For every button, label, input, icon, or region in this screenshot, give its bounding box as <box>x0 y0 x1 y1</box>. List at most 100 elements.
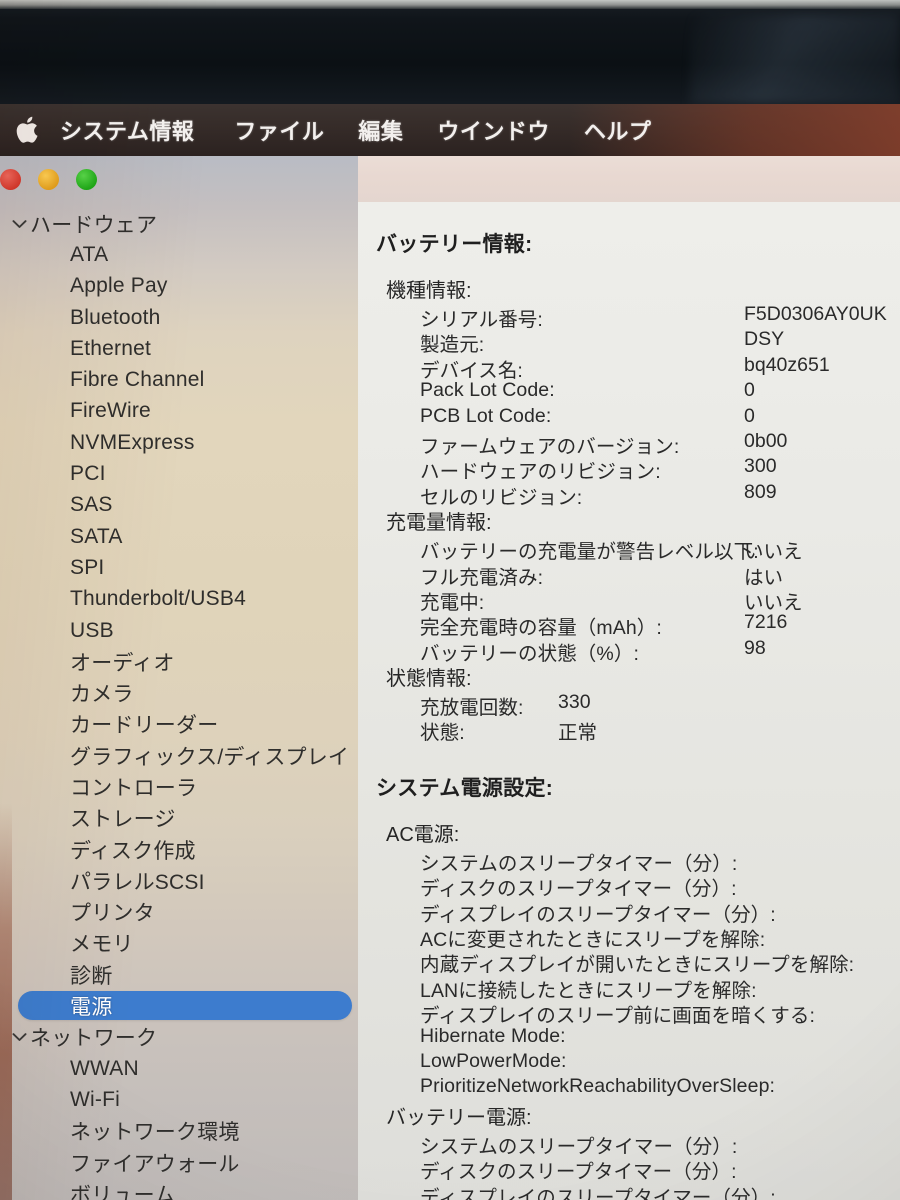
info-row-key: セルのリビジョン: <box>420 486 583 509</box>
sidebar-item-12[interactable]: Thunderbolt/USB4 <box>0 584 358 615</box>
sidebar-item-label: Bluetooth <box>70 305 161 329</box>
info-row: ディスクのスリープタイマー（分）: <box>358 1155 900 1183</box>
sidebar-item-label: ハードウェア <box>30 213 158 237</box>
sidebar-tree: ハードウェア ATA Apple Pay Bluetooth Ethernet Fibre… <box>0 208 358 1200</box>
section-title-battery-info: バッテリー情報: <box>376 233 533 256</box>
sidebar-item-18[interactable]: コントローラ <box>0 771 358 802</box>
menu-item-edit[interactable]: 編集 <box>358 114 403 146</box>
info-row: PCB Lot Code: 0 <box>358 405 900 430</box>
sidebar-item-label: コントローラ <box>70 776 198 800</box>
sidebar-item-23[interactable]: メモリ <box>0 928 358 959</box>
sidebar-item-label: ネットワーク <box>30 1027 158 1051</box>
sidebar-item-26[interactable]: ネットワーク <box>0 1022 358 1053</box>
info-row-value: F5D0306AY0UK <box>744 303 887 325</box>
ac-power-rows: システムのスリープタイマー（分）: ディスクのスリープタイマー（分）: ディスプレイ… <box>358 847 900 1101</box>
info-row: システムのスリープタイマー（分）: <box>358 847 900 875</box>
info-row: シリアル番号: F5D0306AY0UK <box>358 303 900 331</box>
info-row: バッテリーの充電量が警告レベル以下: いいえ <box>358 535 900 563</box>
menu-item-file[interactable]: ファイル <box>234 114 324 146</box>
health-info-rows: 充放電回数: 330 状態: 正常 <box>358 691 900 745</box>
sidebar-item-8[interactable]: PCI <box>0 458 358 489</box>
minimize-button[interactable] <box>38 168 59 190</box>
sidebar-item-4[interactable]: Ethernet <box>0 333 358 364</box>
info-row-key: PCB Lot Code: <box>420 404 552 427</box>
sidebar-item-label: ストレージ <box>70 808 176 832</box>
info-row: 内蔵ディスプレイが開いたときにスリープを解除: <box>358 948 900 976</box>
sidebar-item-6[interactable]: FireWire <box>0 396 358 427</box>
window-controls <box>0 156 358 202</box>
sidebar-item-label: Wi-Fi <box>70 1087 120 1111</box>
menu-item-help[interactable]: ヘルプ <box>584 114 652 146</box>
info-row: デバイス名: bq40z651 <box>358 354 900 382</box>
sidebar-item-24[interactable]: 診断 <box>0 959 358 990</box>
sidebar-item-label: Ethernet <box>70 336 151 360</box>
content-toolbar <box>358 156 900 202</box>
menu-item-system-information[interactable]: システム情報 <box>60 114 194 146</box>
sidebar-item-20[interactable]: ディスク作成 <box>0 834 358 865</box>
sidebar-item-label: FireWire <box>70 399 151 423</box>
info-row-value: 正常 <box>558 722 598 745</box>
sidebar-item-30[interactable]: ファイアウォール <box>0 1147 358 1178</box>
sidebar-item-15[interactable]: カメラ <box>0 677 358 708</box>
sidebar-item-10[interactable]: SATA <box>0 521 358 552</box>
sidebar-item-0[interactable]: ハードウェア <box>0 208 358 239</box>
model-info-rows: シリアル番号: F5D0306AY0UK 製造元: DSY デバイス名: bq40z651… <box>358 303 900 509</box>
sidebar-item-29[interactable]: ネットワーク環境 <box>0 1116 358 1147</box>
sidebar-item-25[interactable]: 電源 <box>0 990 358 1021</box>
sidebar-item-11[interactable]: SPI <box>0 552 358 583</box>
sidebar-item-27[interactable]: WWAN <box>0 1053 358 1084</box>
sidebar-item-label: カードリーダー <box>70 714 219 738</box>
sidebar-item-label: SPI <box>70 555 105 579</box>
sidebar-item-1[interactable]: ATA <box>0 239 358 270</box>
sidebar-item-31[interactable]: ボリューム <box>0 1178 358 1200</box>
info-row: フル充電済み: はい <box>358 561 900 589</box>
sidebar-item-label: WWAN <box>70 1056 139 1080</box>
sidebar-item-21[interactable]: パラレルSCSI <box>0 865 358 896</box>
zoom-button[interactable] <box>76 168 97 190</box>
system-information-window: ハードウェア ATA Apple Pay Bluetooth Ethernet Fibre… <box>0 156 900 1200</box>
info-row-key: PrioritizeNetworkReachabilityOverSleep: <box>420 1075 776 1098</box>
sidebar-item-label: ネットワーク環境 <box>70 1121 240 1145</box>
sidebar-item-3[interactable]: Bluetooth <box>0 302 358 333</box>
sidebar-item-17[interactable]: グラフィックス/ディスプレイ <box>0 740 358 771</box>
chevron-down-icon[interactable] <box>8 219 30 229</box>
info-row: 製造元: DSY <box>358 328 900 356</box>
sidebar-item-9[interactable]: SAS <box>0 490 358 521</box>
sidebar-item-2[interactable]: Apple Pay <box>0 271 358 302</box>
sidebar-item-label: グラフィックス/ディスプレイ <box>70 745 350 769</box>
info-row: 完全充電時の容量（mAh）: 7216 <box>358 611 900 639</box>
content-body: バッテリー情報: 機種情報: シリアル番号: F5D0306AY0UK 製造元: DS… <box>358 202 900 1200</box>
sidebar-item-label: ボリューム <box>70 1183 176 1200</box>
info-row: システムのスリープタイマー（分）: <box>358 1130 900 1158</box>
sidebar-item-28[interactable]: Wi-Fi <box>0 1084 358 1115</box>
sidebar-item-label: SATA <box>70 524 123 548</box>
sidebar-item-label: Thunderbolt/USB4 <box>70 587 246 611</box>
apple-logo-icon[interactable] <box>14 113 44 147</box>
sidebar-item-5[interactable]: Fibre Channel <box>0 364 358 395</box>
info-row-key: LowPowerMode: <box>420 1049 567 1072</box>
close-button[interactable] <box>0 168 21 190</box>
sidebar-item-16[interactable]: カードリーダー <box>0 709 358 740</box>
sidebar-item-13[interactable]: USB <box>0 615 358 646</box>
info-row: ディスプレイのスリープタイマー（分）: <box>358 1181 900 1200</box>
sidebar-item-19[interactable]: ストレージ <box>0 803 358 834</box>
info-row-value: DSY <box>744 328 785 351</box>
info-row-value: 98 <box>744 636 766 659</box>
sidebar-item-22[interactable]: プリンタ <box>0 897 358 928</box>
info-row: LowPowerMode: <box>358 1050 900 1075</box>
info-row: Hibernate Mode: <box>358 1025 900 1050</box>
chevron-down-icon[interactable] <box>8 1032 30 1042</box>
info-row-key: Hibernate Mode: <box>420 1024 566 1047</box>
sidebar-item-label: NVMExpress <box>70 430 195 454</box>
info-row: ACに変更されたときにスリープを解除: <box>358 923 900 951</box>
menu-item-window[interactable]: ウインドウ <box>437 114 550 146</box>
sidebar-item-7[interactable]: NVMExpress <box>0 427 358 458</box>
sidebar-item-label: オーディオ <box>70 651 175 675</box>
sidebar-item-14[interactable]: オーディオ <box>0 646 358 677</box>
info-row: ファームウェアのバージョン: 0b00 <box>358 430 900 458</box>
charge-info-rows: バッテリーの充電量が警告レベル以下: いいえ フル充電済み: はい 充電中: いいえ 完全充… <box>358 535 900 665</box>
info-row: ディスクのスリープタイマー（分）: <box>358 872 900 900</box>
info-row-value: 300 <box>744 455 777 478</box>
sidebar: ハードウェア ATA Apple Pay Bluetooth Ethernet Fibre… <box>0 156 358 1200</box>
info-row: ハードウェアのリビジョン: 300 <box>358 455 900 483</box>
